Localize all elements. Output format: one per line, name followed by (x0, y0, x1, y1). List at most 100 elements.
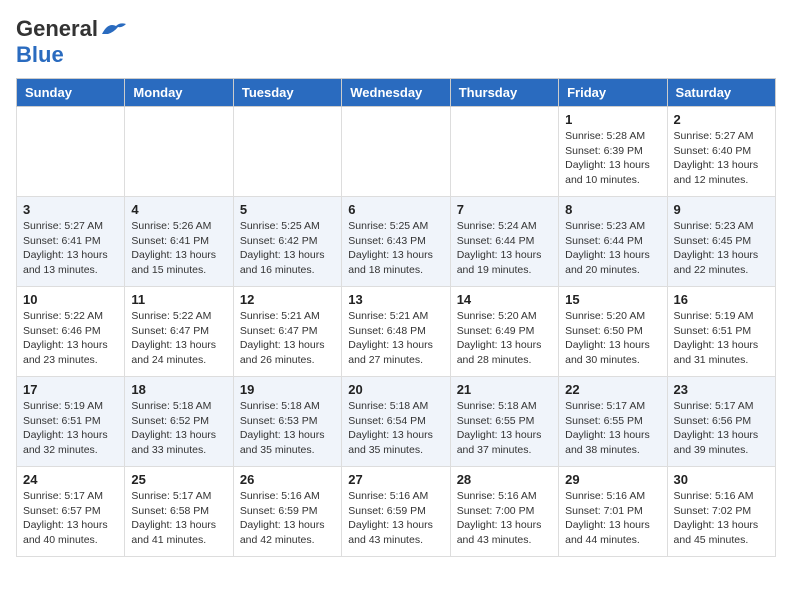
day-info: Sunrise: 5:27 AM Sunset: 6:40 PM Dayligh… (674, 129, 769, 188)
day-info: Sunrise: 5:17 AM Sunset: 6:57 PM Dayligh… (23, 489, 118, 548)
calendar-cell: 20 Sunrise: 5:18 AM Sunset: 6:54 PM Dayli… (342, 377, 450, 467)
calendar-cell: 2 Sunrise: 5:27 AM Sunset: 6:40 PM Daylig… (667, 107, 775, 197)
day-info: Sunrise: 5:18 AM Sunset: 6:55 PM Dayligh… (457, 399, 552, 458)
calendar-cell: 7 Sunrise: 5:24 AM Sunset: 6:44 PM Daylig… (450, 197, 558, 287)
calendar-cell (450, 107, 558, 197)
day-info: Sunrise: 5:21 AM Sunset: 6:48 PM Dayligh… (348, 309, 443, 368)
day-number: 27 (348, 472, 443, 487)
day-info: Sunrise: 5:20 AM Sunset: 6:50 PM Dayligh… (565, 309, 660, 368)
calendar-cell: 8 Sunrise: 5:23 AM Sunset: 6:44 PM Daylig… (559, 197, 667, 287)
day-number: 21 (457, 382, 552, 397)
day-number: 11 (131, 292, 226, 307)
calendar-cell: 30 Sunrise: 5:16 AM Sunset: 7:02 PM Dayli… (667, 467, 775, 557)
calendar-cell: 15Sunrise: 5:20 AM Sunset: 6:50 PM Dayli… (559, 287, 667, 377)
calendar-cell: 29 Sunrise: 5:16 AM Sunset: 7:01 PM Dayli… (559, 467, 667, 557)
day-info: Sunrise: 5:16 AM Sunset: 7:00 PM Dayligh… (457, 489, 552, 548)
day-info: Sunrise: 5:22 AM Sunset: 6:47 PM Dayligh… (131, 309, 226, 368)
day-info: Sunrise: 5:18 AM Sunset: 6:54 PM Dayligh… (348, 399, 443, 458)
day-number: 20 (348, 382, 443, 397)
day-info: Sunrise: 5:20 AM Sunset: 6:49 PM Dayligh… (457, 309, 552, 368)
day-number: 3 (23, 202, 118, 217)
day-number: 7 (457, 202, 552, 217)
day-info: Sunrise: 5:22 AM Sunset: 6:46 PM Dayligh… (23, 309, 118, 368)
calendar-cell: 22 Sunrise: 5:17 AM Sunset: 6:55 PM Dayli… (559, 377, 667, 467)
day-number: 24 (23, 472, 118, 487)
calendar-cell: 16 Sunrise: 5:19 AM Sunset: 6:51 PM Dayli… (667, 287, 775, 377)
day-info: Sunrise: 5:17 AM Sunset: 6:55 PM Dayligh… (565, 399, 660, 458)
weekday-header-wednesday: Wednesday (342, 79, 450, 107)
day-number: 25 (131, 472, 226, 487)
calendar-cell: 23 Sunrise: 5:17 AM Sunset: 6:56 PM Dayli… (667, 377, 775, 467)
day-info: Sunrise: 5:24 AM Sunset: 6:44 PM Dayligh… (457, 219, 552, 278)
calendar-cell (233, 107, 341, 197)
day-number: 6 (348, 202, 443, 217)
weekday-header-row: SundayMondayTuesdayWednesdayThursdayFrid… (17, 79, 776, 107)
day-info: Sunrise: 5:26 AM Sunset: 6:41 PM Dayligh… (131, 219, 226, 278)
day-info: Sunrise: 5:16 AM Sunset: 6:59 PM Dayligh… (348, 489, 443, 548)
day-number: 26 (240, 472, 335, 487)
day-info: Sunrise: 5:16 AM Sunset: 7:02 PM Dayligh… (674, 489, 769, 548)
calendar-cell: 6 Sunrise: 5:25 AM Sunset: 6:43 PM Daylig… (342, 197, 450, 287)
day-number: 9 (674, 202, 769, 217)
day-number: 4 (131, 202, 226, 217)
day-info: Sunrise: 5:17 AM Sunset: 6:56 PM Dayligh… (674, 399, 769, 458)
calendar-cell (17, 107, 125, 197)
day-info: Sunrise: 5:23 AM Sunset: 6:44 PM Dayligh… (565, 219, 660, 278)
day-info: Sunrise: 5:16 AM Sunset: 7:01 PM Dayligh… (565, 489, 660, 548)
logo: General Blue (16, 16, 128, 68)
calendar-week-row: 24 Sunrise: 5:17 AM Sunset: 6:57 PM Dayli… (17, 467, 776, 557)
day-number: 29 (565, 472, 660, 487)
calendar-week-row: 3 Sunrise: 5:27 AM Sunset: 6:41 PM Daylig… (17, 197, 776, 287)
day-number: 22 (565, 382, 660, 397)
day-number: 1 (565, 112, 660, 127)
weekday-header-friday: Friday (559, 79, 667, 107)
weekday-header-tuesday: Tuesday (233, 79, 341, 107)
calendar-cell: 13Sunrise: 5:21 AM Sunset: 6:48 PM Dayli… (342, 287, 450, 377)
calendar-cell: 10 Sunrise: 5:22 AM Sunset: 6:46 PM Dayli… (17, 287, 125, 377)
day-info: Sunrise: 5:19 AM Sunset: 6:51 PM Dayligh… (674, 309, 769, 368)
calendar-cell: 25 Sunrise: 5:17 AM Sunset: 6:58 PM Dayli… (125, 467, 233, 557)
day-number: 17 (23, 382, 118, 397)
logo-blue: Blue (16, 42, 64, 68)
day-number: 2 (674, 112, 769, 127)
day-info: Sunrise: 5:18 AM Sunset: 6:53 PM Dayligh… (240, 399, 335, 458)
calendar-cell: 24 Sunrise: 5:17 AM Sunset: 6:57 PM Dayli… (17, 467, 125, 557)
day-number: 16 (674, 292, 769, 307)
calendar-week-row: 10 Sunrise: 5:22 AM Sunset: 6:46 PM Dayli… (17, 287, 776, 377)
calendar-cell: 12Sunrise: 5:21 AM Sunset: 6:47 PM Dayli… (233, 287, 341, 377)
day-number: 10 (23, 292, 118, 307)
calendar-week-row: 1 Sunrise: 5:28 AM Sunset: 6:39 PM Daylig… (17, 107, 776, 197)
calendar-cell: 3 Sunrise: 5:27 AM Sunset: 6:41 PM Daylig… (17, 197, 125, 287)
day-number: 30 (674, 472, 769, 487)
day-info: Sunrise: 5:21 AM Sunset: 6:47 PM Dayligh… (240, 309, 335, 368)
calendar-table: SundayMondayTuesdayWednesdayThursdayFrid… (16, 78, 776, 557)
day-number: 8 (565, 202, 660, 217)
day-info: Sunrise: 5:25 AM Sunset: 6:42 PM Dayligh… (240, 219, 335, 278)
day-number: 5 (240, 202, 335, 217)
calendar-cell: 18 Sunrise: 5:18 AM Sunset: 6:52 PM Dayli… (125, 377, 233, 467)
day-info: Sunrise: 5:25 AM Sunset: 6:43 PM Dayligh… (348, 219, 443, 278)
calendar-cell: 27 Sunrise: 5:16 AM Sunset: 6:59 PM Dayli… (342, 467, 450, 557)
day-number: 18 (131, 382, 226, 397)
calendar-cell: 17Sunrise: 5:19 AM Sunset: 6:51 PM Dayli… (17, 377, 125, 467)
calendar-cell: 4 Sunrise: 5:26 AM Sunset: 6:41 PM Daylig… (125, 197, 233, 287)
day-number: 28 (457, 472, 552, 487)
calendar-cell: 5 Sunrise: 5:25 AM Sunset: 6:42 PM Daylig… (233, 197, 341, 287)
calendar-cell: 21 Sunrise: 5:18 AM Sunset: 6:55 PM Dayli… (450, 377, 558, 467)
day-info: Sunrise: 5:17 AM Sunset: 6:58 PM Dayligh… (131, 489, 226, 548)
calendar-cell (125, 107, 233, 197)
calendar-cell: 9Sunrise: 5:23 AM Sunset: 6:45 PM Daylig… (667, 197, 775, 287)
weekday-header-monday: Monday (125, 79, 233, 107)
day-number: 23 (674, 382, 769, 397)
calendar-cell: 14Sunrise: 5:20 AM Sunset: 6:49 PM Dayli… (450, 287, 558, 377)
day-number: 19 (240, 382, 335, 397)
calendar-cell: 11 Sunrise: 5:22 AM Sunset: 6:47 PM Dayli… (125, 287, 233, 377)
logo-general: General (16, 16, 98, 42)
weekday-header-saturday: Saturday (667, 79, 775, 107)
calendar-week-row: 17Sunrise: 5:19 AM Sunset: 6:51 PM Dayli… (17, 377, 776, 467)
day-info: Sunrise: 5:27 AM Sunset: 6:41 PM Dayligh… (23, 219, 118, 278)
calendar-cell (342, 107, 450, 197)
calendar-cell: 26Sunrise: 5:16 AM Sunset: 6:59 PM Dayli… (233, 467, 341, 557)
day-info: Sunrise: 5:28 AM Sunset: 6:39 PM Dayligh… (565, 129, 660, 188)
day-info: Sunrise: 5:18 AM Sunset: 6:52 PM Dayligh… (131, 399, 226, 458)
